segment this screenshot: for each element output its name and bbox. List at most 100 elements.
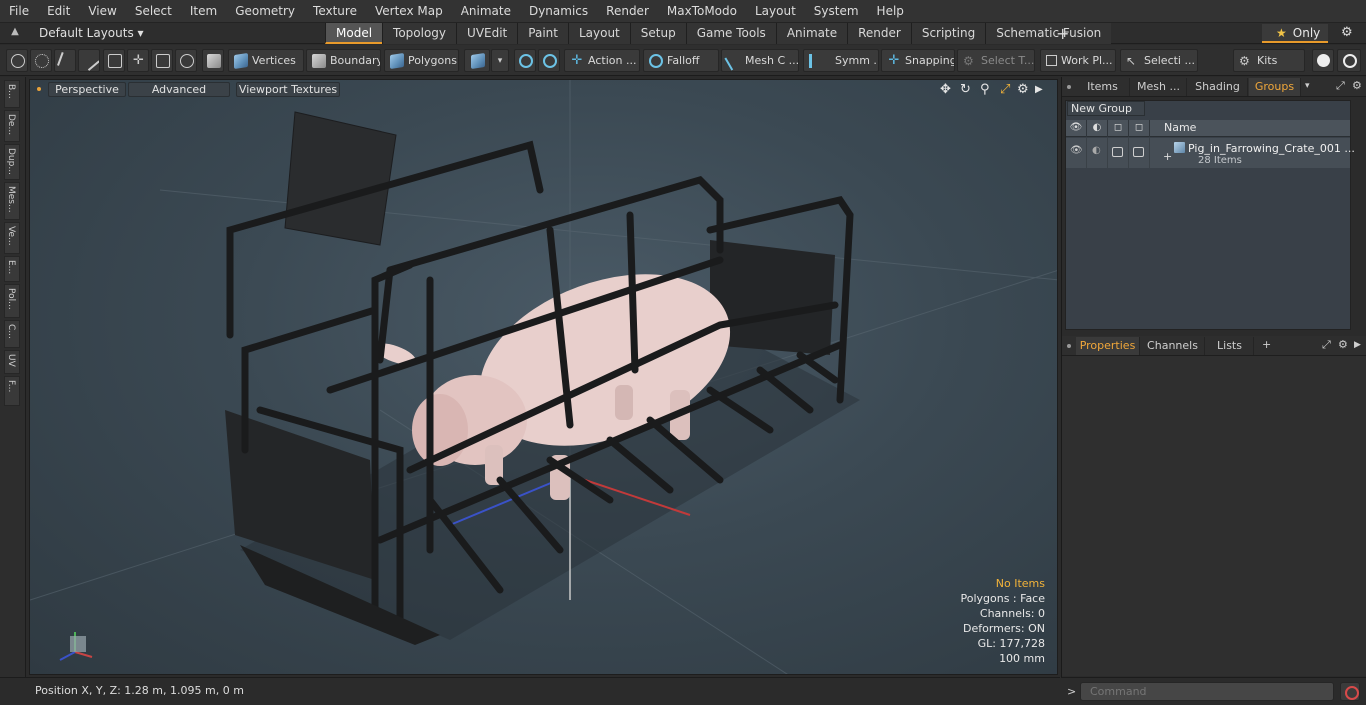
select-circle-button[interactable] [6,49,28,72]
maximize-icon[interactable]: ⤢ [1000,82,1010,97]
falloff-button[interactable]: Falloff [643,49,719,72]
transform-button[interactable] [151,49,173,72]
symmetry-button[interactable]: Symm ... [803,49,879,72]
zoom-icon[interactable]: ⚲ [980,82,990,97]
boundary-button[interactable]: Boundary [306,49,381,72]
work-plane-button[interactable]: Work Pl... [1040,49,1116,72]
tab-shading[interactable]: Shading [1188,78,1248,96]
viewport-options-dot[interactable] [37,87,41,91]
select-through-button[interactable]: ⚙ Select T... [957,49,1035,72]
tab-model[interactable]: Model [325,23,383,44]
expand-icon[interactable]: + [1163,150,1172,163]
menu-system[interactable]: System [805,4,868,18]
menu-layout[interactable]: Layout [746,4,805,18]
row-visibility-icon[interactable]: 👁 [1066,138,1087,168]
tab-items[interactable]: Items [1076,78,1130,96]
vtab-polygon[interactable]: Pol... [4,284,20,318]
viewport-advanced-button[interactable]: Advanced [128,82,230,97]
material-mode-button[interactable] [464,49,490,72]
panel-options-dot[interactable] [1067,85,1071,89]
menu-edit[interactable]: Edit [38,4,79,18]
shield-button[interactable] [514,49,536,72]
layout-collapse-icon[interactable]: ▲ [8,26,22,40]
command-history-icon[interactable]: > [1067,685,1076,698]
select-col-icon[interactable]: ◻ [1129,120,1150,137]
globe-button[interactable] [30,49,52,72]
name-column-header[interactable]: Name [1164,121,1196,134]
align-button[interactable] [103,49,125,72]
tab-game-tools[interactable]: Game Tools [685,23,776,44]
kits-button[interactable]: ⚙ Kits [1233,49,1305,72]
tab-uvedit[interactable]: UVEdit [456,23,518,44]
item-mode-button[interactable] [202,49,224,72]
group-row[interactable]: 👁 ◐ + Pig_in_Farrowing_Crate_001 ... 28 … [1066,138,1355,168]
tab-animate[interactable]: Animate [775,23,848,44]
action-center-button[interactable]: ✛ Action ... [564,49,640,72]
lock-col-icon[interactable]: ◻ [1108,120,1129,137]
polygons-button[interactable]: Polygons [384,49,459,72]
menu-maxtomodo[interactable]: MaxToModo [658,4,746,18]
mesh-constraint-button[interactable]: Mesh C ... [721,49,799,72]
tab-topology[interactable]: Topology [382,23,457,44]
vtab-fusion[interactable]: F... [4,376,20,406]
add-tab-icon[interactable]: + [1056,24,1069,43]
properties-maximize-icon[interactable]: ⤢ [1322,338,1331,352]
snapping-button[interactable]: ✛ Snapping [881,49,955,72]
visibility-col-icon[interactable]: 👁 [1066,120,1087,137]
tab-schematic-fusion[interactable]: Schematic Fusion [985,23,1112,44]
row-lock-checkbox[interactable] [1108,138,1129,168]
row-render-icon[interactable]: ◐ [1087,138,1108,168]
tab-scripting[interactable]: Scripting [910,23,986,44]
menu-dynamics[interactable]: Dynamics [520,4,597,18]
vtab-vertex[interactable]: Ve... [4,222,20,254]
tab-groups[interactable]: Groups [1249,78,1301,96]
properties-expand-icon[interactable]: ▶ [1354,340,1361,350]
vtab-deform[interactable]: De... [4,110,20,142]
unreal-button[interactable] [1337,49,1361,72]
viewport-expand-icon[interactable]: ▶ [1035,84,1043,95]
menu-vertex-map[interactable]: Vertex Map [366,4,452,18]
render-col-icon[interactable]: ◐ [1087,120,1108,137]
vtab-basic[interactable]: B... [4,80,20,108]
properties-gear-icon[interactable]: ⚙ [1338,338,1348,351]
vtab-mesh-edit[interactable]: Mes... [4,182,20,220]
group-name[interactable]: Pig_in_Farrowing_Crate_001 ... [1188,142,1355,155]
unity-button[interactable] [1312,49,1334,72]
pen-button[interactable] [54,49,76,72]
menu-file[interactable]: File [0,4,38,18]
menu-render[interactable]: Render [597,4,658,18]
row-select-checkbox[interactable] [1129,138,1150,168]
view-perspective-button[interactable]: Perspective [48,82,126,97]
layout-dropdown[interactable]: Default Layouts ▾ [39,26,144,40]
tabs-dropdown-icon[interactable]: ▾ [1305,81,1310,91]
panel-gear-icon[interactable]: ⚙ [1352,79,1362,92]
shield-alt-button[interactable] [538,49,560,72]
new-group-button[interactable]: New Group [1067,101,1145,116]
command-input[interactable] [1080,682,1334,701]
selection-sets-button[interactable]: ↖ Selecti ... [1120,49,1198,72]
menu-animate[interactable]: Animate [452,4,520,18]
only-toggle[interactable]: ★ Only [1262,24,1328,43]
tab-mesh[interactable]: Mesh ... [1131,78,1187,96]
menu-help[interactable]: Help [868,4,913,18]
tab-channels[interactable]: Channels [1141,337,1205,355]
vtab-uv[interactable]: UV [4,350,20,374]
record-macro-button[interactable] [1340,682,1360,701]
vertices-button[interactable]: Vertices [228,49,304,72]
viewport-settings-icon[interactable]: ⚙ [1017,82,1029,97]
menu-select[interactable]: Select [126,4,181,18]
menu-item[interactable]: Item [181,4,226,18]
move-button[interactable]: ✛ [127,49,149,72]
menu-geometry[interactable]: Geometry [226,4,304,18]
viewport-textures-button[interactable]: Viewport Textures [236,82,340,97]
mode-dropdown-button[interactable]: ▾ [491,49,509,72]
gear-icon[interactable]: ⚙ [1341,25,1353,40]
vtab-edge[interactable]: E... [4,256,20,282]
orbit-icon[interactable]: ↻ [960,82,971,97]
add-tab-icon[interactable]: + [1262,338,1271,351]
menu-texture[interactable]: Texture [304,4,366,18]
tab-paint[interactable]: Paint [517,23,568,44]
tab-lists[interactable]: Lists [1206,337,1254,355]
properties-options-dot[interactable] [1067,344,1071,348]
tab-render[interactable]: Render [847,23,911,44]
